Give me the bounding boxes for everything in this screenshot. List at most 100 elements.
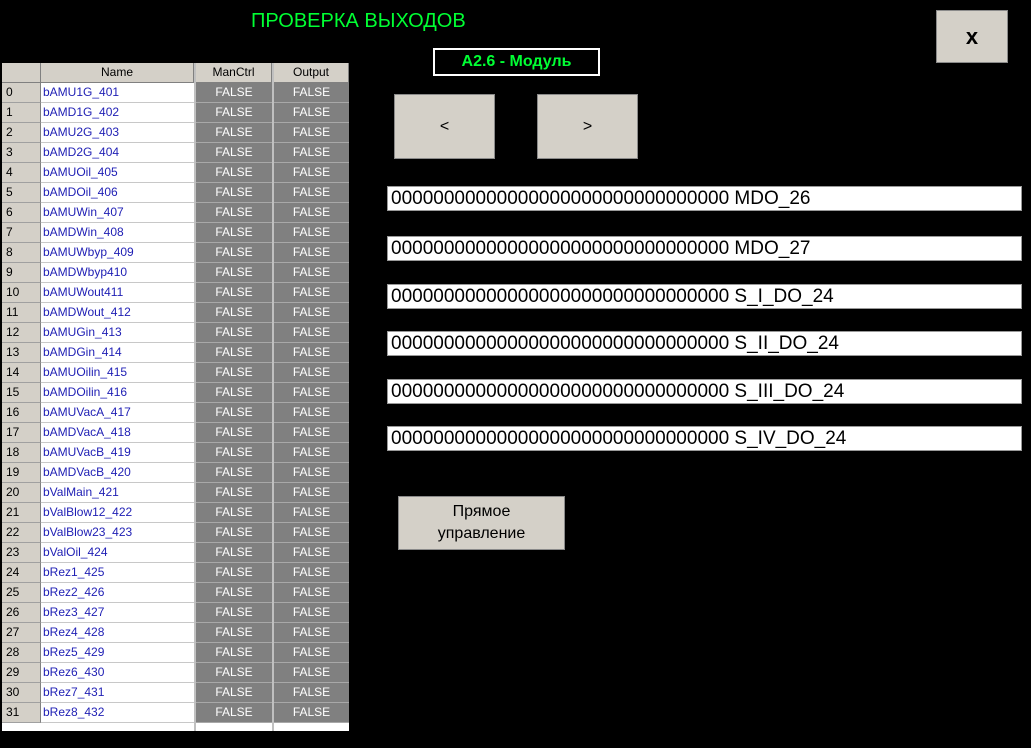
row-output-cell: FALSE [274, 163, 349, 183]
prev-button[interactable]: < [394, 94, 495, 159]
row-manctrl-cell[interactable]: FALSE [196, 183, 272, 203]
next-button[interactable]: > [537, 94, 638, 159]
row-manctrl-cell[interactable]: FALSE [196, 483, 272, 503]
row-manctrl-cell[interactable]: FALSE [196, 583, 272, 603]
row-manctrl-cell[interactable]: FALSE [196, 203, 272, 223]
row-name-cell[interactable]: bAMDWin_408 [41, 223, 194, 243]
row-name-cell[interactable]: bAMD2G_404 [41, 143, 194, 163]
row-manctrl-cell[interactable]: FALSE [196, 503, 272, 523]
row-name-cell[interactable]: bAMUGin_413 [41, 323, 194, 343]
row-name-cell[interactable]: bRez3_427 [41, 603, 194, 623]
row-manctrl-cell[interactable]: FALSE [196, 463, 272, 483]
close-button[interactable]: x [936, 10, 1008, 63]
row-index: 2 [2, 123, 41, 143]
row-manctrl-cell[interactable]: FALSE [196, 543, 272, 563]
row-name-cell[interactable]: bAMD1G_402 [41, 103, 194, 123]
row-name-cell[interactable]: bAMDVacA_418 [41, 423, 194, 443]
row-manctrl-cell[interactable]: FALSE [196, 663, 272, 683]
row-manctrl-cell[interactable]: FALSE [196, 223, 272, 243]
row-manctrl-cell[interactable]: FALSE [196, 623, 272, 643]
row-index: 27 [2, 623, 41, 643]
row-index: 4 [2, 163, 41, 183]
row-name-cell[interactable]: bValBlow23_423 [41, 523, 194, 543]
row-name-cell[interactable]: bRez5_429 [41, 643, 194, 663]
row-index: 16 [2, 403, 41, 423]
row-name-cell[interactable]: bAMDOilin_416 [41, 383, 194, 403]
row-name-cell[interactable]: bAMU1G_401 [41, 83, 194, 103]
row-name-cell[interactable]: bAMDVacB_420 [41, 463, 194, 483]
row-manctrl-cell[interactable]: FALSE [196, 323, 272, 343]
table-row: 21 bValBlow12_422 FALSE FALSE [2, 503, 349, 523]
page-title: ПРОВЕРКА ВЫХОДОВ [251, 10, 466, 32]
table-row: 22 bValBlow23_423 FALSE FALSE [2, 523, 349, 543]
table-row: 20 bValMain_421 FALSE FALSE [2, 483, 349, 503]
row-name-cell[interactable]: bRez7_431 [41, 683, 194, 703]
column-header-manctrl[interactable]: ManCtrl [196, 63, 272, 83]
row-manctrl-cell[interactable]: FALSE [196, 303, 272, 323]
row-manctrl-cell[interactable]: FALSE [196, 423, 272, 443]
row-output-cell: FALSE [274, 383, 349, 403]
row-index: 19 [2, 463, 41, 483]
row-name-cell[interactable]: bValMain_421 [41, 483, 194, 503]
row-manctrl-cell[interactable]: FALSE [196, 523, 272, 543]
table-row: 19 bAMDVacB_420 FALSE FALSE [2, 463, 349, 483]
column-header-output[interactable]: Output [274, 63, 349, 83]
row-index: 13 [2, 343, 41, 363]
row-index: 0 [2, 83, 41, 103]
row-name-cell[interactable]: bAMUWin_407 [41, 203, 194, 223]
table-row: 14 bAMUOilin_415 FALSE FALSE [2, 363, 349, 383]
row-name-cell[interactable]: bAMUVacB_419 [41, 443, 194, 463]
row-manctrl-cell[interactable]: FALSE [196, 443, 272, 463]
row-output-cell: FALSE [274, 83, 349, 103]
row-manctrl-cell[interactable]: FALSE [196, 83, 272, 103]
row-manctrl-cell[interactable]: FALSE [196, 563, 272, 583]
row-name-cell[interactable]: bRez8_432 [41, 703, 194, 723]
row-manctrl-cell[interactable]: FALSE [196, 603, 272, 623]
row-manctrl-cell[interactable]: FALSE [196, 383, 272, 403]
row-output-cell: FALSE [274, 103, 349, 123]
row-manctrl-cell[interactable]: FALSE [196, 283, 272, 303]
table-row: 3 bAMD2G_404 FALSE FALSE [2, 143, 349, 163]
row-manctrl-cell[interactable]: FALSE [196, 143, 272, 163]
row-manctrl-cell[interactable]: FALSE [196, 163, 272, 183]
row-name-cell[interactable]: bAMU2G_403 [41, 123, 194, 143]
row-manctrl-cell[interactable]: FALSE [196, 363, 272, 383]
row-name-cell[interactable]: bAMUOil_405 [41, 163, 194, 183]
row-index: 6 [2, 203, 41, 223]
row-manctrl-cell[interactable]: FALSE [196, 263, 272, 283]
row-name-cell[interactable]: bAMDWout_412 [41, 303, 194, 323]
row-name-cell[interactable]: bValBlow12_422 [41, 503, 194, 523]
row-name-cell[interactable]: bAMDGin_414 [41, 343, 194, 363]
row-name-cell[interactable]: bAMUWout411 [41, 283, 194, 303]
row-name-cell[interactable]: bAMUWbyp_409 [41, 243, 194, 263]
row-name-cell[interactable]: bAMUVacA_417 [41, 403, 194, 423]
row-manctrl-cell[interactable]: FALSE [196, 123, 272, 143]
row-name-cell[interactable]: bRez6_430 [41, 663, 194, 683]
row-name-cell[interactable]: bAMDOil_406 [41, 183, 194, 203]
row-name-cell[interactable]: bAMDWbyp410 [41, 263, 194, 283]
column-header-name[interactable]: Name [41, 63, 194, 83]
row-manctrl-cell[interactable]: FALSE [196, 403, 272, 423]
bitfield-mdo-27: 00000000000000000000000000000000 MDO_27 [387, 236, 1022, 261]
row-index: 28 [2, 643, 41, 663]
row-index: 18 [2, 443, 41, 463]
row-name-cell[interactable]: bRez4_428 [41, 623, 194, 643]
row-manctrl-cell[interactable]: FALSE [196, 103, 272, 123]
row-name-cell[interactable]: bRez2_426 [41, 583, 194, 603]
row-name-cell[interactable]: bRez1_425 [41, 563, 194, 583]
row-manctrl-cell[interactable]: FALSE [196, 683, 272, 703]
row-index: 11 [2, 303, 41, 323]
table-body: 0 bAMU1G_401 FALSE FALSE 1 bAMD1G_402 FALSE FAL… [2, 83, 349, 723]
row-output-cell: FALSE [274, 423, 349, 443]
table-row: 2 bAMU2G_403 FALSE FALSE [2, 123, 349, 143]
row-output-cell: FALSE [274, 683, 349, 703]
row-manctrl-cell[interactable]: FALSE [196, 643, 272, 663]
direct-control-button[interactable]: Прямое управление [398, 496, 565, 550]
row-manctrl-cell[interactable]: FALSE [196, 243, 272, 263]
row-name-cell[interactable]: bValOil_424 [41, 543, 194, 563]
row-manctrl-cell[interactable]: FALSE [196, 703, 272, 723]
row-index: 3 [2, 143, 41, 163]
row-manctrl-cell[interactable]: FALSE [196, 343, 272, 363]
row-index: 17 [2, 423, 41, 443]
row-name-cell[interactable]: bAMUOilin_415 [41, 363, 194, 383]
